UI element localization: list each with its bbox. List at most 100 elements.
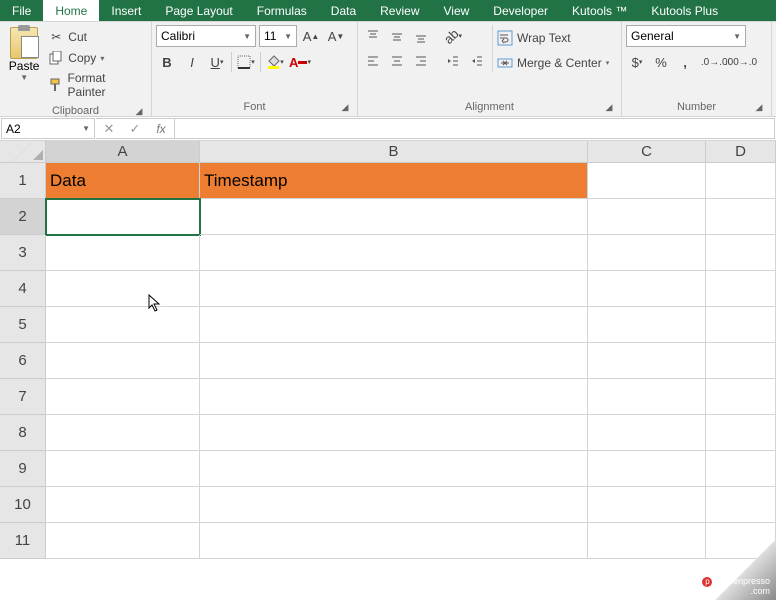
align-right-button[interactable] (410, 50, 432, 72)
cell-C6[interactable] (588, 343, 706, 379)
tab-review[interactable]: Review (368, 0, 431, 21)
accounting-format-button[interactable]: $▾ (626, 51, 648, 73)
copy-button[interactable]: Copy ▾ (46, 49, 145, 67)
cell-D10[interactable] (706, 487, 776, 523)
tab-formulas[interactable]: Formulas (245, 0, 319, 21)
cell-C4[interactable] (588, 271, 706, 307)
cancel-formula-button[interactable]: ✕ (96, 121, 122, 137)
cut-button[interactable]: ✂ Cut (46, 28, 145, 46)
tab-file[interactable]: File (0, 0, 43, 21)
cell-C2[interactable] (588, 199, 706, 235)
comma-format-button[interactable]: , (674, 51, 696, 73)
dialog-launcher-icon[interactable]: ◢ (753, 102, 765, 114)
align-top-button[interactable] (362, 25, 384, 47)
merge-center-button[interactable]: Merge & Center ▾ (493, 52, 613, 74)
cell-C3[interactable] (588, 235, 706, 271)
font-name-combo[interactable]: Calibri ▼ (156, 25, 256, 47)
column-header-B[interactable]: B (200, 141, 588, 163)
cell-A8[interactable] (46, 415, 200, 451)
cell-B10[interactable] (200, 487, 588, 523)
column-header-A[interactable]: A (46, 141, 200, 163)
italic-button[interactable]: I (181, 51, 203, 73)
row-header-8[interactable]: 8 (0, 415, 46, 451)
row-header-2[interactable]: 2 (0, 199, 46, 235)
tab-page-layout[interactable]: Page Layout (153, 0, 244, 21)
row-header-10[interactable]: 10 (0, 487, 46, 523)
cell-B9[interactable] (200, 451, 588, 487)
fill-color-button[interactable]: ▾ (264, 51, 286, 73)
cell-D6[interactable] (706, 343, 776, 379)
cell-D5[interactable] (706, 307, 776, 343)
column-header-D[interactable]: D (706, 141, 776, 163)
orientation-button[interactable]: ab▾ (442, 25, 464, 47)
cell-D1[interactable] (706, 163, 776, 199)
paste-button[interactable]: Paste ▼ (4, 25, 44, 84)
column-header-C[interactable]: C (588, 141, 706, 163)
row-header-4[interactable]: 4 (0, 271, 46, 307)
cell-B3[interactable] (200, 235, 588, 271)
row-header-11[interactable]: 11 (0, 523, 46, 559)
align-bottom-button[interactable] (410, 25, 432, 47)
tab-developer[interactable]: Developer (481, 0, 560, 21)
dialog-launcher-icon[interactable]: ◢ (339, 102, 351, 114)
number-format-combo[interactable]: General ▼ (626, 25, 746, 47)
cell-A5[interactable] (46, 307, 200, 343)
format-painter-button[interactable]: Format Painter (46, 70, 145, 100)
row-header-7[interactable]: 7 (0, 379, 46, 415)
tab-data[interactable]: Data (319, 0, 368, 21)
insert-function-button[interactable]: fx (148, 122, 174, 136)
cell-C7[interactable] (588, 379, 706, 415)
cell-A1[interactable]: Data (46, 163, 200, 199)
decrease-decimal-button[interactable]: .00→.0 (730, 51, 752, 73)
cell-C9[interactable] (588, 451, 706, 487)
tab-view[interactable]: View (432, 0, 482, 21)
cell-B2[interactable] (200, 199, 588, 235)
row-header-5[interactable]: 5 (0, 307, 46, 343)
formula-input[interactable] (175, 118, 775, 139)
cell-D11[interactable] (706, 523, 776, 559)
cell-A2[interactable] (46, 199, 200, 235)
dialog-launcher-icon[interactable]: ◢ (603, 102, 615, 114)
row-header-9[interactable]: 9 (0, 451, 46, 487)
increase-indent-button[interactable] (466, 50, 488, 72)
align-middle-button[interactable] (386, 25, 408, 47)
cell-A3[interactable] (46, 235, 200, 271)
cell-B5[interactable] (200, 307, 588, 343)
bold-button[interactable]: B (156, 51, 178, 73)
decrease-indent-button[interactable] (442, 50, 464, 72)
underline-button[interactable]: U▾ (206, 51, 228, 73)
cell-C8[interactable] (588, 415, 706, 451)
tab-kutools[interactable]: Kutools ™ (560, 0, 639, 21)
cell-C11[interactable] (588, 523, 706, 559)
select-all-button[interactable] (0, 141, 46, 163)
cell-C10[interactable] (588, 487, 706, 523)
tab-insert[interactable]: Insert (99, 0, 153, 21)
row-header-6[interactable]: 6 (0, 343, 46, 379)
cell-D7[interactable] (706, 379, 776, 415)
row-header-3[interactable]: 3 (0, 235, 46, 271)
wrap-text-button[interactable]: Wrap Text (493, 27, 613, 49)
percent-format-button[interactable]: % (650, 51, 672, 73)
cell-D3[interactable] (706, 235, 776, 271)
tab-home[interactable]: Home (43, 0, 99, 21)
cell-C1[interactable] (588, 163, 706, 199)
cell-D2[interactable] (706, 199, 776, 235)
name-box[interactable]: A2 ▼ (1, 118, 95, 139)
cell-D4[interactable] (706, 271, 776, 307)
cell-C5[interactable] (588, 307, 706, 343)
cell-B6[interactable] (200, 343, 588, 379)
cell-A11[interactable] (46, 523, 200, 559)
cell-D8[interactable] (706, 415, 776, 451)
cell-A10[interactable] (46, 487, 200, 523)
cell-A6[interactable] (46, 343, 200, 379)
cell-B4[interactable] (200, 271, 588, 307)
cell-A4[interactable] (46, 271, 200, 307)
align-center-button[interactable] (386, 50, 408, 72)
cell-B11[interactable] (200, 523, 588, 559)
font-size-combo[interactable]: 11 ▼ (259, 25, 297, 47)
enter-formula-button[interactable]: ✓ (122, 121, 148, 137)
font-color-button[interactable]: A▾ (289, 51, 311, 73)
cell-D9[interactable] (706, 451, 776, 487)
cell-B8[interactable] (200, 415, 588, 451)
cell-B1[interactable]: Timestamp (200, 163, 588, 199)
